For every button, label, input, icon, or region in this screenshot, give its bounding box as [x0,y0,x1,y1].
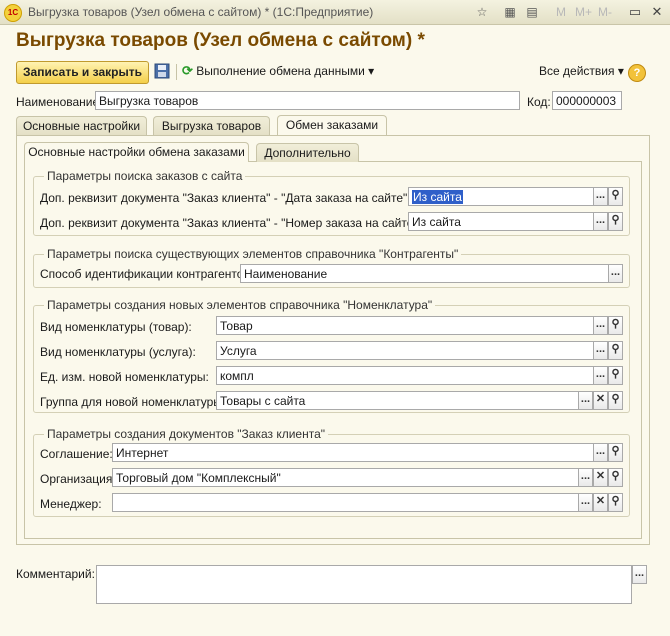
chevron-down-icon: ▾ [368,64,375,78]
code-label: Код: [527,95,551,109]
field-label: Соглашение: [40,447,113,461]
open-search-icon[interactable]: ⚲ [608,341,623,360]
star-icon[interactable]: ☆ [474,4,490,20]
select-button[interactable]: ... [578,468,593,487]
save-and-close-button[interactable]: Записать и закрыть [16,61,149,84]
nomenclature-group-input[interactable]: Товары с сайта [216,391,579,410]
group-title: Параметры поиска заказов с сайта [44,169,246,183]
selected-text: Из сайта [412,190,463,204]
field-label: Менеджер: [40,497,102,511]
select-button[interactable]: ... [593,212,608,231]
subtab-order-basic-settings[interactable]: Основные настройки обмена заказами [24,142,249,162]
name-input[interactable]: Выгрузка товаров [95,91,520,110]
field-label: Группа для новой номенклатуры: [40,395,226,409]
memory-m-button[interactable]: M [556,5,566,19]
select-button[interactable]: ... [578,493,593,512]
comment-edit-button[interactable]: ... [632,565,647,584]
select-button[interactable]: ... [578,391,593,410]
group-title: Параметры создания новых элементов справ… [44,298,436,312]
window-title: Выгрузка товаров (Узел обмена с сайтом) … [28,5,374,19]
select-button[interactable]: ... [593,187,608,206]
tab-basic-settings[interactable]: Основные настройки [16,116,147,135]
select-button[interactable]: ... [608,264,623,283]
open-search-icon[interactable]: ⚲ [608,443,623,462]
field-label: Организация: [40,472,116,486]
field-label: Доп. реквизит документа "Заказ клиента" … [40,191,411,205]
minimize-icon[interactable]: ▭ [626,3,644,21]
order-number-attribute-input[interactable]: Из сайта [408,212,594,231]
open-search-icon[interactable]: ⚲ [608,391,623,410]
help-button[interactable]: ? [628,64,646,82]
calculator-icon[interactable]: ▦ [502,4,518,20]
organization-input[interactable]: Торговый дом "Комплексный" [112,468,579,487]
data-exchange-button[interactable]: ⟳ Выполнение обмена данными ▾ [182,63,374,81]
order-date-attribute-input[interactable]: Из сайта [408,187,594,206]
nomenclature-kind-service-input[interactable]: Услуга [216,341,594,360]
open-search-icon[interactable]: ⚲ [608,316,623,335]
save-icon[interactable] [154,63,170,79]
field-label: Вид номенклатуры (услуга): [40,345,196,359]
subtab-additional[interactable]: Дополнительно [256,143,359,162]
open-search-icon[interactable]: ⚲ [608,187,623,206]
app-logo-icon: 1С [4,4,22,22]
data-exchange-label: Выполнение обмена данными [196,64,365,78]
clear-icon[interactable]: ✕ [593,468,608,487]
name-label: Наименование: [16,95,103,109]
tab-order-exchange[interactable]: Обмен заказами [277,115,387,135]
comment-textarea[interactable] [96,565,632,604]
calendar-icon[interactable]: ▤ [524,4,540,20]
manager-input[interactable] [112,493,579,512]
select-button[interactable]: ... [593,366,608,385]
comment-label: Комментарий: [16,567,95,581]
group-title: Параметры поиска существующих элементов … [44,247,462,261]
chevron-down-icon: ▾ [617,64,624,78]
open-search-icon[interactable]: ⚲ [608,493,623,512]
tab-goods-export[interactable]: Выгрузка товаров [153,116,270,135]
nomenclature-kind-goods-input[interactable]: Товар [216,316,594,335]
select-button[interactable]: ... [593,316,608,335]
select-button[interactable]: ... [593,443,608,462]
refresh-icon: ⟳ [182,63,193,78]
clear-icon[interactable]: ✕ [593,391,608,410]
toolbar-separator [176,64,177,80]
field-label: Ед. изм. новой номенклатуры: [40,370,209,384]
agreement-input[interactable]: Интернет [112,443,594,462]
field-label: Вид номенклатуры (товар): [40,320,192,334]
clear-icon[interactable]: ✕ [593,493,608,512]
unit-of-measure-input[interactable]: компл [216,366,594,385]
all-actions-label: Все действия [539,64,615,78]
open-search-icon[interactable]: ⚲ [608,366,623,385]
memory-m-plus-button[interactable]: M+ [575,5,592,19]
all-actions-button[interactable]: Все действия ▾ [539,64,624,78]
open-search-icon[interactable]: ⚲ [608,212,623,231]
field-label: Способ идентификации контрагентов: [40,267,254,281]
field-label: Доп. реквизит документа "Заказ клиента" … [40,216,421,230]
select-button[interactable]: ... [593,341,608,360]
close-icon[interactable]: ✕ [648,3,666,21]
code-input[interactable]: 000000003 [552,91,622,110]
window-titlebar: 1С Выгрузка товаров (Узел обмена с сайто… [0,0,670,25]
open-search-icon[interactable]: ⚲ [608,468,623,487]
form-title: Выгрузка товаров (Узел обмена с сайтом) … [16,30,425,51]
contractor-identification-input[interactable]: Наименование [240,264,609,283]
memory-m-minus-button[interactable]: M- [598,5,612,19]
group-title: Параметры создания документов "Заказ кли… [44,427,329,441]
